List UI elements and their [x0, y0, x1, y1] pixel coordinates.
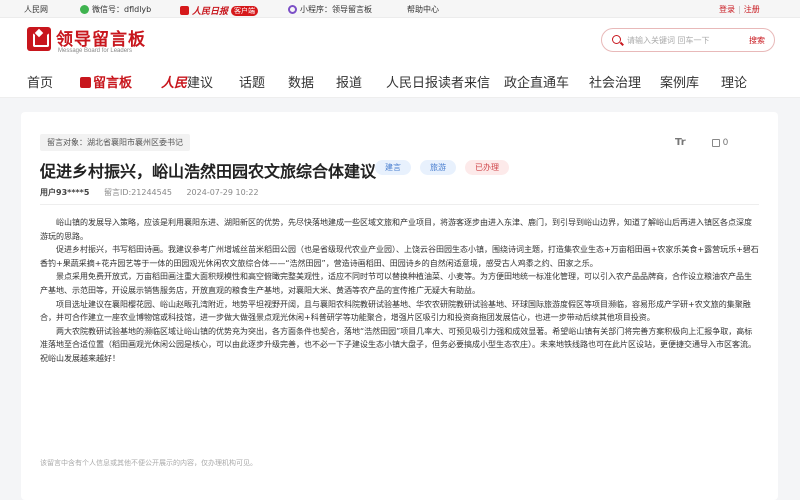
message-board-icon — [80, 77, 91, 88]
logo-icon[interactable] — [27, 27, 51, 51]
mini-program-item[interactable]: 小程序：领导留言板 — [288, 4, 372, 15]
nav-message-board[interactable]: 留言板 — [80, 72, 132, 91]
wechat-icon — [80, 5, 89, 14]
like-button[interactable]: 0 — [711, 137, 729, 148]
post-user: 用户93****5 — [40, 188, 90, 197]
nav-case-library[interactable]: 案例库 — [660, 72, 699, 91]
nav-readers-letters[interactable]: 人民日报读者来信 — [386, 72, 490, 91]
logo-subtitle: Message Board for Leaders — [58, 48, 133, 54]
post-tags: 建言 旅游 已办理 — [375, 160, 509, 175]
peoples-daily-icon — [180, 6, 189, 15]
privacy-note: 该留言中含有个人信息或其他不便公开展示的内容，仅办理机构可见。 — [40, 459, 257, 467]
paragraph: 景点采用免费开放式，万亩稻田画注重大面积规模性和高空俯瞰完整美观性，适应不同时节… — [40, 272, 752, 295]
nav-home[interactable]: 首页 — [27, 72, 53, 91]
status-badge: 已办理 — [465, 160, 509, 175]
header: 领导留言板 Message Board for Leaders 搜索 — [0, 18, 800, 64]
nav-social-governance[interactable]: 社会治理 — [589, 72, 641, 91]
top-bar: 人民网 微信号：dfldlyb 人民日报 客户端 小程序：领导留言板 帮助中心 … — [0, 0, 800, 18]
tag-category[interactable]: 建言 — [375, 160, 411, 175]
message-target: 留言对象：湖北省襄阳市襄州区委书记 — [40, 134, 190, 151]
paragraph: 峪山镇的发展导入策略，应该是利用襄阳东进、湖阳新区的优势，先尽快落地建成一些区域… — [40, 218, 752, 241]
main-nav: 首页 留言板 人民建议 话题 数据 报道 人民日报读者来信 政企直通车 社会治理… — [0, 64, 800, 98]
paragraph: 两大农院教研试验基地的濒临区域让峪山镇的优势充为突出，各方面条件也契合，落地“浩… — [40, 326, 756, 363]
search-input[interactable] — [627, 33, 737, 48]
nav-enterprise-express[interactable]: 政企直通车 — [504, 72, 569, 91]
wechat-item[interactable]: 微信号：dfldlyb — [80, 4, 151, 15]
nav-theory[interactable]: 理论 — [721, 72, 747, 91]
peoples-daily-app-link[interactable]: 人民日报 客户端 — [180, 4, 259, 17]
thumbs-up-icon — [711, 138, 720, 147]
nav-suggestions[interactable]: 人民建议 — [161, 72, 213, 91]
divider — [40, 204, 759, 205]
font-size-icon[interactable]: Tr — [675, 137, 686, 148]
login-link[interactable]: 登录 — [719, 4, 735, 15]
post-body: 峪山镇的发展导入策略，应该是利用襄阳东进、湖阳新区的优势，先尽快落地建成一些区域… — [40, 216, 759, 366]
tag-domain[interactable]: 旅游 — [420, 160, 456, 175]
mini-program-icon — [288, 5, 297, 14]
paragraph: 项目选址建议在襄阳樱花园、峪山赵畈孔湾附近，地势平坦视野开阔，且与襄阳农科院教研… — [40, 299, 751, 323]
nav-topics[interactable]: 话题 — [239, 72, 265, 91]
search-box: 搜索 — [601, 28, 775, 52]
register-link[interactable]: 注册 — [744, 4, 760, 15]
separator: | — [738, 5, 741, 14]
search-button[interactable]: 搜索 — [749, 35, 765, 46]
search-icon — [612, 35, 621, 44]
post-card: 留言对象：湖北省襄阳市襄州区委书记 Tr 0 促进乡村振兴，峪山浩然田园农文旅综… — [21, 112, 778, 500]
help-center-link[interactable]: 帮助中心 — [407, 4, 439, 15]
user-links: 登录 | 注册 — [719, 4, 760, 15]
logo-title[interactable]: 领导留言板 — [56, 25, 146, 50]
paragraph: 促进乡村振兴，书写稻田诗画。我建议参考广州增城丝苗米稻田公园（也是省级现代农业产… — [40, 245, 759, 268]
post-date: 2024-07-29 10:22 — [186, 188, 259, 197]
site-link[interactable]: 人民网 — [24, 4, 48, 15]
like-count: 0 — [722, 137, 729, 148]
post-title: 促进乡村振兴，峪山浩然田园农文旅综合体建议 — [40, 162, 377, 181]
post-tools: Tr 0 — [675, 137, 728, 148]
nav-data[interactable]: 数据 — [288, 72, 314, 91]
nav-reports[interactable]: 报道 — [336, 72, 362, 91]
post-id: 留言ID:21244545 — [103, 188, 172, 197]
post-meta: 用户93****5 留言ID:21244545 2024-07-29 10:22 — [40, 187, 271, 198]
